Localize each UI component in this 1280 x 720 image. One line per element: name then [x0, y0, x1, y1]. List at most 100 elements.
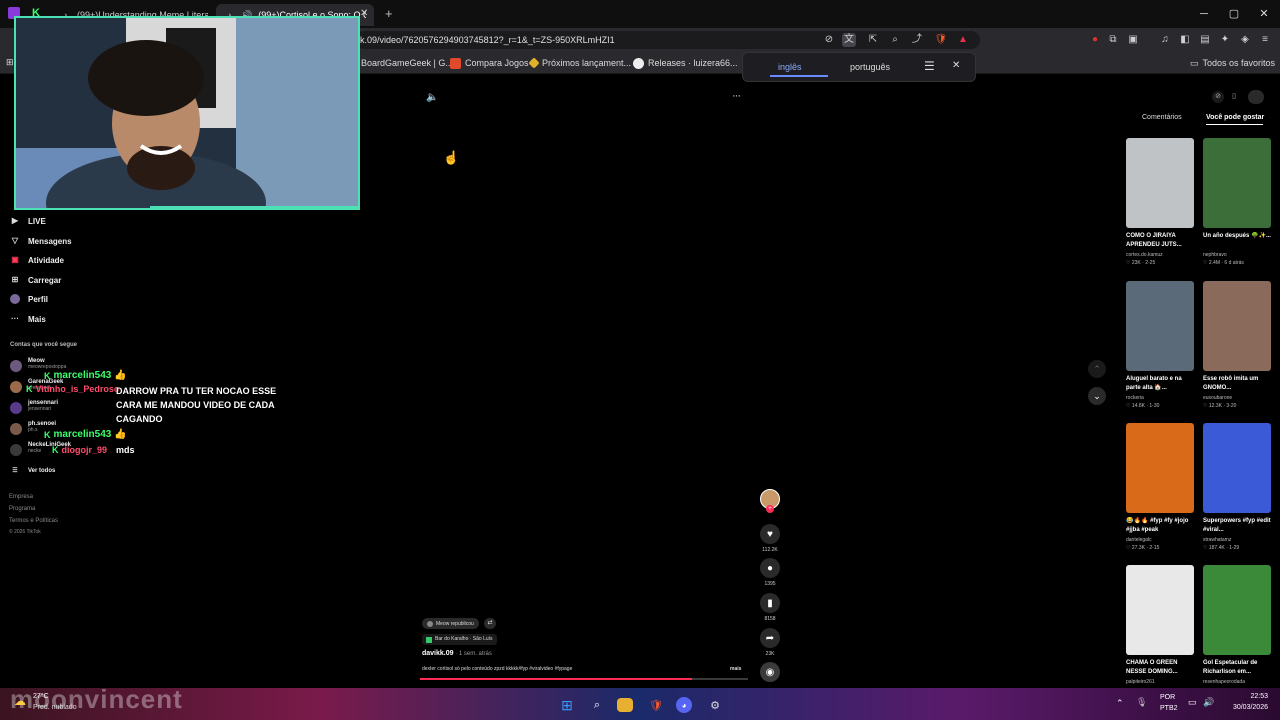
- tab-close-icon[interactable]: ✕: [360, 8, 368, 19]
- next-video-button[interactable]: ⌄: [1088, 387, 1106, 405]
- video-thumbnail[interactable]: [1126, 138, 1194, 228]
- translate-target-tab[interactable]: português: [850, 62, 890, 72]
- video-thumbnail[interactable]: [1126, 423, 1194, 513]
- circle-icon[interactable]: ⊘: [1212, 91, 1224, 103]
- sidebar-item-live[interactable]: ▶ LIVE: [10, 214, 46, 228]
- sidebar-toggle-icon[interactable]: ◧: [1178, 33, 1192, 47]
- like-action[interactable]: ♥ 112.2K: [760, 524, 780, 553]
- network-icon[interactable]: ▭: [1188, 697, 1197, 708]
- card-title[interactable]: Gol Espetacular de Richarlison em...: [1203, 659, 1271, 677]
- footer-company[interactable]: Empresa: [9, 494, 33, 500]
- user-avatar[interactable]: [1248, 90, 1264, 104]
- recommended-video-card[interactable]: Aluguel barato e na parte alta 🏠... rocke…: [1126, 281, 1194, 409]
- comment-action[interactable]: ● 1395: [760, 558, 780, 587]
- brave-browser-icon[interactable]: 🛡: [646, 695, 666, 715]
- sidebar-item-more[interactable]: ··· Mais: [10, 312, 46, 326]
- bookmark-proximos-lancamentos[interactable]: Próximos lançament...: [528, 56, 631, 70]
- sidebar-grid-icon[interactable]: ⊞: [6, 57, 14, 68]
- discord-icon[interactable]: ◕: [676, 697, 692, 713]
- translate-options-icon[interactable]: ☰: [924, 59, 935, 73]
- reader-mode-icon[interactable]: ⊘: [822, 33, 836, 47]
- tab-comments[interactable]: Comentários: [1142, 114, 1182, 121]
- steam-icon[interactable]: ⚙: [705, 695, 725, 715]
- tray-expand-icon[interactable]: ⌃: [1116, 698, 1124, 709]
- recommended-video-card[interactable]: Superpowers #fyp #edit #viral... strawhat…: [1203, 423, 1271, 551]
- card-username[interactable]: nephbravo: [1203, 252, 1271, 258]
- video-thumbnail[interactable]: [1126, 281, 1194, 371]
- card-username[interactable]: dantelegalc: [1126, 537, 1194, 543]
- screenshot-icon[interactable]: ▣: [1126, 33, 1140, 47]
- minimize-button[interactable]: ─: [1196, 6, 1212, 22]
- music-icon[interactable]: ♫: [1158, 33, 1172, 47]
- save-action[interactable]: ▮ 8158: [760, 593, 780, 622]
- card-username[interactable]: eusoubarone: [1203, 395, 1271, 401]
- previous-video-button[interactable]: ⌃: [1088, 360, 1106, 378]
- card-title[interactable]: Esse robô imita um GNOMO...: [1203, 375, 1271, 393]
- video-author[interactable]: davikk.09: [422, 650, 454, 657]
- mute-icon[interactable]: 🔈: [426, 92, 438, 103]
- share-action[interactable]: ➦ 23K: [760, 628, 780, 657]
- recommended-video-card[interactable]: Gol Espetacular de Richarlison em... rese…: [1203, 565, 1271, 687]
- location-tag[interactable]: Bar do Karalho · São Luís: [422, 634, 497, 645]
- search-icon[interactable]: ⌕: [587, 695, 607, 715]
- card-title[interactable]: Aluguel barato e na parte alta 🏠...: [1126, 375, 1194, 393]
- vpn-icon[interactable]: ◈: [1238, 33, 1252, 47]
- brave-rewards-icon[interactable]: ▲: [956, 33, 970, 47]
- bookmark-boardgamegeek[interactable]: BoardGameGeek | G...: [361, 56, 453, 70]
- sidebar-item-profile[interactable]: Perfil: [10, 292, 48, 306]
- new-tab-button[interactable]: +: [385, 6, 393, 21]
- card-username[interactable]: strawhatamz: [1203, 537, 1271, 543]
- video-thumbnail[interactable]: [1126, 565, 1194, 655]
- menu-icon[interactable]: ≡: [1258, 33, 1272, 47]
- video-thumbnail[interactable]: [1203, 138, 1271, 228]
- keyboard-lang[interactable]: POR: [1160, 694, 1175, 701]
- card-username[interactable]: rockeria: [1126, 395, 1194, 401]
- card-title[interactable]: COMO O JIRAIYA APRENDEU JUTS...: [1126, 232, 1194, 250]
- extension-red-icon[interactable]: ●: [1088, 33, 1102, 47]
- wallet-icon[interactable]: ▤: [1198, 33, 1212, 47]
- followed-account[interactable]: jensennari jensennari: [10, 400, 58, 420]
- microphone-icon[interactable]: 🎙: [1136, 697, 1147, 708]
- video-thumbnail[interactable]: [1203, 565, 1271, 655]
- bookmark-releases[interactable]: Releases · luizera66...: [633, 56, 738, 70]
- translate-close-icon[interactable]: ✕: [952, 60, 960, 71]
- card-username[interactable]: cortes.do.kamuz: [1126, 252, 1194, 258]
- zoom-icon[interactable]: ⌕: [888, 33, 902, 47]
- url-text[interactable]: k.09/video/7620576294903745812?_r=1&_t=Z…: [360, 33, 615, 47]
- recommended-video-card[interactable]: Esse robô imita um GNOMO... eusoubarone ♡ …: [1203, 281, 1271, 409]
- card-title[interactable]: Un año después 🌳✨...: [1203, 232, 1271, 250]
- bookmark-compara-jogos[interactable]: Compara Jogos: [450, 56, 529, 70]
- translate-icon[interactable]: 文: [842, 33, 856, 47]
- sidebar-item-activity[interactable]: ▣ Atividade: [10, 253, 64, 267]
- card-title[interactable]: 😂🔥🔥 #fyp #fy #jojo #jjba #peak: [1126, 517, 1194, 535]
- recommended-video-card[interactable]: 😂🔥🔥 #fyp #fy #jojo #jjba #peak dantelegal…: [1126, 423, 1194, 551]
- card-username[interactable]: palpiteiro261: [1126, 679, 1194, 685]
- video-more-icon[interactable]: ···: [732, 90, 741, 102]
- caption-more-link[interactable]: mais: [730, 666, 741, 672]
- close-window-button[interactable]: ✕: [1256, 6, 1272, 22]
- file-explorer-icon[interactable]: [617, 698, 633, 712]
- brave-shield-icon[interactable]: 🛡: [934, 33, 948, 47]
- recommended-video-card[interactable]: COMO O JIRAIYA APRENDEU JUTS... cortes.do…: [1126, 138, 1194, 266]
- phone-icon[interactable]: ▯: [1228, 91, 1240, 103]
- sound-disc[interactable]: ◉: [760, 662, 780, 682]
- extensions-icon[interactable]: ⧉: [1106, 33, 1120, 47]
- recommended-video-card[interactable]: CHAMA O GREEN NESSE DOMING... palpiteiro2…: [1126, 565, 1194, 687]
- clock-time[interactable]: 22:53: [1232, 693, 1268, 700]
- video-thumbnail[interactable]: [1203, 423, 1271, 513]
- follow-plus-icon[interactable]: +: [766, 505, 774, 513]
- volume-icon[interactable]: 🔊: [1203, 697, 1214, 708]
- windows-start-icon[interactable]: ⊞: [557, 695, 577, 715]
- all-bookmarks[interactable]: ▭ Todos os favoritos: [1190, 56, 1275, 70]
- repost-icon[interactable]: ⇄: [484, 618, 496, 629]
- open-external-icon[interactable]: ⇱: [866, 33, 880, 47]
- recommended-video-card[interactable]: Un año después 🌳✨... nephbravo ♡ 2.4M · 6 …: [1203, 138, 1271, 266]
- sidebar-item-upload[interactable]: ⊞ Carregar: [10, 273, 62, 287]
- weather-temp[interactable]: 27°C: [33, 693, 49, 700]
- repost-badge[interactable]: Meow republicou: [422, 618, 479, 629]
- leo-ai-icon[interactable]: ✦: [1218, 33, 1232, 47]
- footer-terms[interactable]: Termos e Políticas: [9, 518, 58, 524]
- video-thumbnail[interactable]: [1203, 281, 1271, 371]
- footer-program[interactable]: Programa: [9, 506, 35, 512]
- creator-avatar[interactable]: +: [760, 489, 780, 513]
